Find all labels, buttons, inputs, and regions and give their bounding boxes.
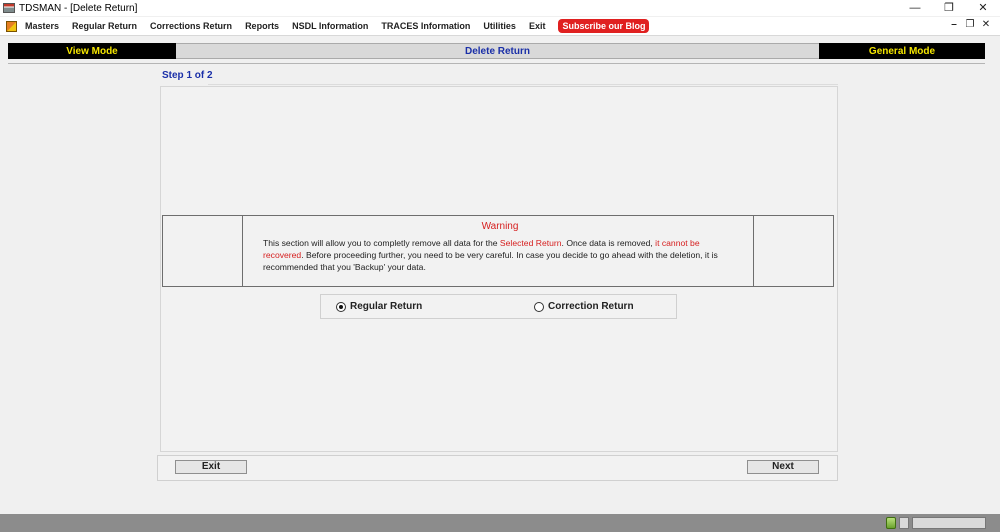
app-icon — [3, 3, 15, 13]
mdi-close-icon[interactable]: ✕ — [978, 19, 994, 30]
navigation-bar: Exit Next — [157, 455, 838, 481]
window-title: TDSMAN - [Delete Return] — [19, 2, 138, 14]
page-title: Delete Return — [176, 43, 819, 59]
menu-reports[interactable]: Reports — [245, 21, 279, 31]
warning-text: This section will allow you to completly… — [263, 237, 737, 273]
database-icon — [886, 517, 896, 529]
return-type-group: Regular Return Correction Return — [320, 294, 677, 319]
warning-text-3: . Before proceeding further, you need to… — [263, 250, 718, 272]
step-tab-line — [208, 84, 838, 85]
title-bar: TDSMAN - [Delete Return] — ❐ ✕ — [0, 0, 1000, 16]
restore-icon[interactable]: ❐ — [932, 0, 966, 16]
regular-return-label: Regular Return — [350, 301, 423, 312]
close-icon[interactable]: ✕ — [966, 0, 1000, 16]
menu-masters[interactable]: Masters — [25, 21, 59, 31]
menu-traces-information[interactable]: TRACES Information — [381, 21, 470, 31]
mdi-controls: – ❐ ✕ — [946, 19, 994, 30]
warning-text-1: This section will allow you to completly… — [263, 238, 500, 248]
next-button[interactable]: Next — [747, 460, 819, 474]
mdi-restore-icon[interactable]: ❐ — [962, 19, 978, 30]
menu-bar: Masters Regular Return Corrections Retur… — [0, 17, 1000, 36]
view-mode-label: View Mode — [8, 43, 176, 59]
general-mode-label: General Mode — [819, 43, 985, 59]
subscribe-blog-button[interactable]: Subscribe our Blog — [558, 19, 650, 33]
menu-utilities[interactable]: Utilities — [483, 21, 516, 31]
correction-return-option[interactable]: Correction Return — [534, 301, 634, 312]
menu-regular-return[interactable]: Regular Return — [72, 21, 137, 31]
mdi-minimize-icon[interactable]: – — [946, 19, 962, 30]
menu-nsdl-information[interactable]: NSDL Information — [292, 21, 368, 31]
status-segment-small — [899, 517, 909, 529]
warning-right-cell — [753, 216, 833, 286]
status-segment — [912, 517, 986, 529]
warning-highlight-selected-return: Selected Return — [499, 238, 562, 248]
exit-button[interactable]: Exit — [175, 460, 247, 474]
app-menu-icon[interactable] — [6, 20, 17, 32]
warning-box: Warning This section will allow you to c… — [162, 215, 834, 287]
warning-left-cell — [163, 216, 243, 286]
menu-exit[interactable]: Exit — [529, 21, 546, 31]
mode-header: View Mode Delete Return General Mode — [8, 43, 985, 59]
warning-text-2: . Once data is removed, — [561, 238, 656, 248]
warning-title: Warning — [481, 221, 519, 232]
warning-content: Warning This section will allow you to c… — [243, 216, 753, 286]
step-tab[interactable]: Step 1 of 2 — [162, 70, 213, 81]
window-controls: — ❐ ✕ — [898, 0, 1000, 16]
regular-return-option[interactable]: Regular Return — [336, 301, 422, 312]
minimize-icon[interactable]: — — [898, 0, 932, 16]
regular-return-radio[interactable] — [336, 301, 346, 312]
menu-corrections-return[interactable]: Corrections Return — [150, 21, 232, 31]
header-divider — [8, 63, 985, 64]
correction-return-radio[interactable] — [534, 301, 544, 312]
status-bar — [0, 514, 1000, 532]
correction-return-label: Correction Return — [548, 301, 634, 312]
